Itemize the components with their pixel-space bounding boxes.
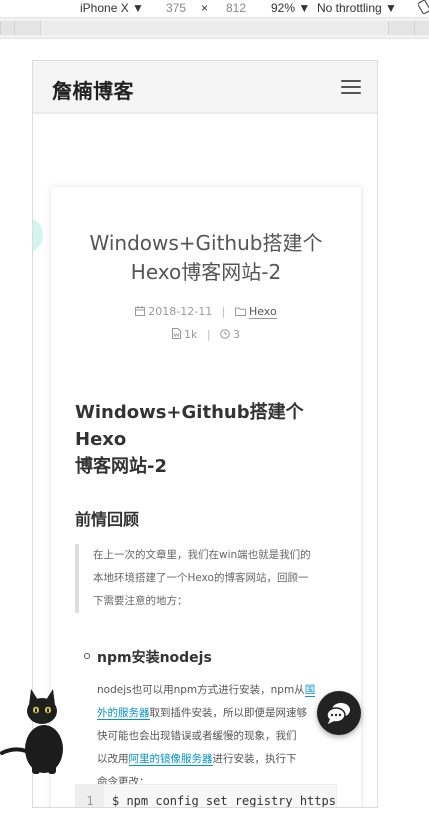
foreign-server-link-cont[interactable]: 外的服务器 [97, 707, 150, 720]
file-word-icon [171, 325, 181, 347]
aliyun-mirror-link[interactable]: 阿里的镜像服务器 [128, 753, 213, 766]
code-line: $ npm config set registry https://r [112, 794, 336, 808]
article-heading: Windows+Github搭建个Hexo 博客网站-2 [75, 399, 341, 480]
device-canvas: 詹楠博客 Windows+Github搭建个 Hexo博客网站-2 2018-1… [0, 39, 429, 815]
section-heading: 前情回顾 [75, 510, 140, 529]
article-body: Windows+Github搭建个Hexo 博客网站-2 前情回顾 在上一次的文… [75, 399, 341, 794]
chat-bubble-icon [326, 703, 350, 724]
site-title[interactable]: 詹楠博客 [52, 75, 134, 104]
list-bullet [84, 653, 90, 659]
article-heading-line2: 博客网站-2 [75, 456, 167, 477]
foreign-server-link[interactable]: 国 [304, 684, 316, 697]
blockquote: 在上一次的文章里，我们在win端也就是我们的 本地环境搭建了一个Hexo的博客网… [75, 544, 341, 613]
phone-viewport: 詹楠博客 Windows+Github搭建个 Hexo博客网站-2 2018-1… [32, 60, 378, 808]
device-name: iPhone X [80, 1, 129, 15]
para-text: 快可能也会出现错误或者缓慢的现象，我们 [97, 730, 297, 742]
throttle-select[interactable]: No throttling ▼ [317, 0, 397, 16]
post-date: 2018-12-11 [148, 305, 213, 318]
para-text: 以改用 [97, 753, 129, 765]
calendar-icon [135, 302, 146, 324]
post-read-time: 3 [233, 328, 241, 341]
throttle-value: No throttling [317, 1, 382, 15]
quote-line2: 本地环境搭建了一个Hexo的博客网站，回顾一 [93, 572, 309, 584]
rotate-icon[interactable] [417, 0, 429, 18]
viewport-height-input[interactable]: 812 [226, 0, 246, 16]
zoom-select[interactable]: 92% ▼ [271, 0, 310, 16]
media-query-ruler [0, 17, 429, 39]
times-separator: × [201, 1, 209, 15]
paragraph: nodejs也可以用npm方式进行安装，npm从国 外的服务器取到插件安装，所以… [97, 679, 317, 794]
para-text: 取到插件安装，所以即便是网速够 [149, 707, 308, 719]
post-wordcount: 1k [183, 328, 198, 341]
quote-line3: 下需要注意的地方： [93, 595, 188, 607]
post-title-line2: Hexo博客网站-2 [130, 260, 282, 284]
list-item: npm安装nodejs nodejs也可以用npm方式进行安装，npm从国 外的… [84, 647, 341, 794]
article-heading-line1: Windows+Github搭建个Hexo [75, 402, 304, 450]
post-meta: 2018-12-11 | Hexo 1k | 3 [51, 301, 361, 347]
post-category-link[interactable]: Hexo [248, 305, 277, 319]
post-title-line1: Windows+Github搭建个 [89, 231, 323, 255]
devtools-device-toolbar: iPhone X ▼ 375 × 812 92% ▼ No throttling… [0, 0, 429, 17]
list-item-title: npm安装nodejs [97, 650, 212, 666]
para-text: nodejs也可以用npm方式进行安装，npm从 [97, 684, 305, 696]
meta-divider: | [206, 328, 211, 341]
viewport-width-input[interactable]: 375 [166, 0, 186, 16]
hamburger-icon[interactable] [341, 79, 361, 95]
para-text: 进行安装，执行下 [212, 753, 297, 765]
code-block[interactable]: 1 $ npm config set registry https://r [75, 784, 337, 808]
post-card: Windows+Github搭建个 Hexo博客网站-2 2018-12-11 … [51, 187, 361, 808]
quote-line1: 在上一次的文章里，我们在win端也就是我们的 [93, 549, 311, 561]
meta-divider: | [221, 305, 226, 318]
folder-icon [234, 302, 246, 324]
code-line-number: 1 [76, 785, 104, 807]
device-select[interactable]: iPhone X ▼ [80, 0, 144, 16]
site-header: 詹楠博客 [33, 61, 377, 113]
chat-button[interactable] [317, 691, 361, 735]
clock-icon [220, 325, 230, 347]
black-cat-mascot[interactable] [0, 683, 72, 775]
zoom-value: 92% [271, 1, 296, 15]
post-title[interactable]: Windows+Github搭建个 Hexo博客网站-2 [51, 229, 361, 287]
